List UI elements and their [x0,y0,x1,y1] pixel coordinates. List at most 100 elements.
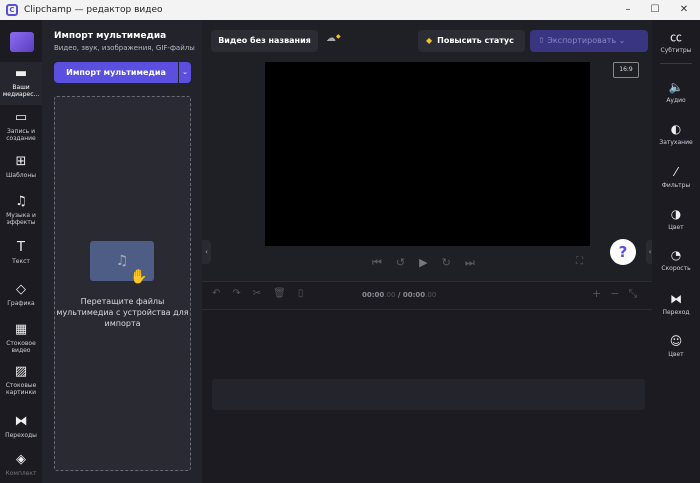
clapperboard-logo-icon [10,32,34,52]
rewind-5-icon[interactable]: ↺ [396,256,419,269]
current-time: 00:00 [362,291,385,299]
playback-controls: ⏮↺▶↻⏭ [372,256,489,270]
speedometer-icon: ◔ [670,248,682,262]
music-icon: ♫ [15,194,27,209]
drop-zone-text: Перетащите файлы мультимедиа с устройств… [56,297,189,328]
sidebar-item-label: Комплект [5,470,37,477]
shapes-icon: ◇ [16,282,26,297]
left-sidebar: ▬ Ваши медиарес... ▭ Запись и создание ⊞ Шабл… [0,20,42,483]
property-item-2[interactable]: ◐ Затухание [652,122,700,146]
editor-area: Видео без названия ☁◆ ◆ Повысить статус ⇧… [202,20,654,483]
add-media-icon[interactable]: ▯ [298,288,316,299]
total-time-ms: .00 [425,291,437,299]
timeline-tools: ↶↷✂🗑▯ [212,288,315,299]
transition-icon: ⧓ [670,292,682,306]
sidebar-item-label: Шаблоны [6,172,36,179]
import-dropdown-button[interactable]: ⌄ [179,62,191,83]
captions-icon: ㏄ [669,30,682,44]
divider [660,63,692,64]
property-item-label: Цвет [668,351,684,358]
close-button[interactable]: ✕ [670,0,698,20]
sidebar-item-9[interactable]: ◈ Комплект [0,452,42,477]
brand-kit-icon: ◈ [16,452,26,467]
time-separator: / [395,291,403,299]
export-button[interactable]: ⇧ Экспортировать ⌄ [530,30,648,52]
panel-title: Импорт мультимедиа [54,31,167,41]
video-title-button[interactable]: Видео без названия [211,30,318,52]
chevron-down-icon: ⌄ [616,36,626,45]
title-bar: C Clipchamp — редактор видео – ☐ ✕ [0,0,700,20]
image-icon: ▨ [14,364,28,379]
timecode: 00:00.00 / 00:00.00 [362,291,436,299]
property-item-1[interactable]: 🔈 Аудио [652,80,700,104]
transition-icon: ⧓ [14,414,28,429]
timeline: ↶↷✂🗑▯ 00:00.00 / 00:00.00 +−⤡ [202,281,652,483]
sidebar-item-5[interactable]: ◇ Графика [0,282,42,307]
timeline-track[interactable] [212,379,645,410]
zoom-out-icon[interactable]: − [610,287,628,300]
property-item-3[interactable]: ⁄ Фильтры [652,165,700,189]
play-icon[interactable]: ▶ [419,256,441,269]
sidebar-item-4[interactable]: T Текст [0,240,42,265]
property-item-label: Переход [662,309,690,316]
sidebar-item-label: Стоковые картинки [5,382,37,396]
text-icon: T [17,240,25,255]
property-item-5[interactable]: ◔ Скорость [652,248,700,272]
zoom-in-icon[interactable]: + [592,287,610,300]
sidebar-item-1[interactable]: ▭ Запись и создание [0,110,42,142]
property-item-0[interactable]: ㏄ Субтитры [652,30,700,54]
aspect-ratio-button[interactable]: 16:9 [613,62,639,78]
drop-zone[interactable]: ♫ ✋ Перетащите файлы мультимедиа с устро… [54,96,191,471]
import-media-button[interactable]: Импорт мультимедиа [54,62,178,83]
property-item-4[interactable]: ◑ Цвет [652,207,700,231]
sidebar-item-8[interactable]: ⧓ Переходы [0,414,42,439]
sidebar-item-7[interactable]: ▨ Стоковые картинки [0,364,42,396]
undo-icon[interactable]: ↶ [212,288,232,299]
sidebar-item-2[interactable]: ⊞ Шаблоны [0,154,42,179]
cut-icon[interactable]: ✂ [253,288,273,299]
palette-icon: ☺ [669,334,683,348]
panel-subtitle: Видео, звук, изображения, GIF-файлы [54,44,195,52]
help-button[interactable]: ? [610,239,636,265]
skip-forward-icon[interactable]: ⏭ [465,256,489,269]
property-item-label: Аудио [666,97,686,104]
property-item-label: Цвет [668,224,684,231]
property-item-label: Фильтры [661,182,691,189]
property-item-label: Скорость [661,265,691,272]
clipchamp-logo-icon: C [6,4,18,16]
upgrade-button[interactable]: ◆ Повысить статус [418,30,525,52]
import-media-panel: Импорт мультимедиа Видео, звук, изображе… [42,20,202,483]
video-preview [265,62,590,246]
magic-wand-icon: ⁄ [674,165,677,179]
minimize-button[interactable]: – [614,0,642,20]
upload-icon: ⇧ [538,36,548,45]
sidebar-item-label: Стоковое видео [6,340,36,354]
cloud-offline-icon[interactable]: ☁◆ [326,33,341,44]
sidebar-item-3[interactable]: ♫ Музыка и эффекты [0,194,42,226]
fullscreen-icon[interactable]: ⛶ [576,256,583,267]
collapse-left-panel-button[interactable]: ‹ [202,240,211,264]
property-item-7[interactable]: ☺ Цвет [652,334,700,358]
property-item-6[interactable]: ⧓ Переход [652,292,700,316]
property-item-label: Субтитры [660,47,692,54]
sidebar-item-label: Музыка и эффекты [6,212,36,226]
skip-back-icon[interactable]: ⏮ [372,256,396,269]
film-icon: ▦ [14,322,28,337]
delete-icon[interactable]: 🗑 [273,288,298,299]
sidebar-item-6[interactable]: ▦ Стоковое видео [0,322,42,354]
sidebar-item-label: Переходы [5,432,37,439]
fade-icon: ◐ [670,122,682,136]
forward-5-icon[interactable]: ↻ [442,256,465,269]
speaker-icon: 🔈 [668,80,684,94]
right-sidebar: ㏄ Субтитры 🔈 Аудио ◐ Затухание ⁄ Фильтры ◑ Цвет ◔ С… [652,20,700,483]
sidebar-item-label: Ваши медиарес... [2,84,40,98]
video-camera-icon: ▭ [14,110,28,125]
export-label: Экспортировать [547,36,617,45]
property-item-label: Затухание [659,139,693,146]
fit-icon[interactable]: ⤡ [628,287,646,300]
sidebar-item-label: Запись и создание [6,128,36,142]
diamond-icon: ◆ [426,36,433,45]
redo-icon[interactable]: ↷ [232,288,252,299]
maximize-button[interactable]: ☐ [641,0,669,20]
sidebar-item-0[interactable]: ▬ Ваши медиарес... [0,62,42,105]
